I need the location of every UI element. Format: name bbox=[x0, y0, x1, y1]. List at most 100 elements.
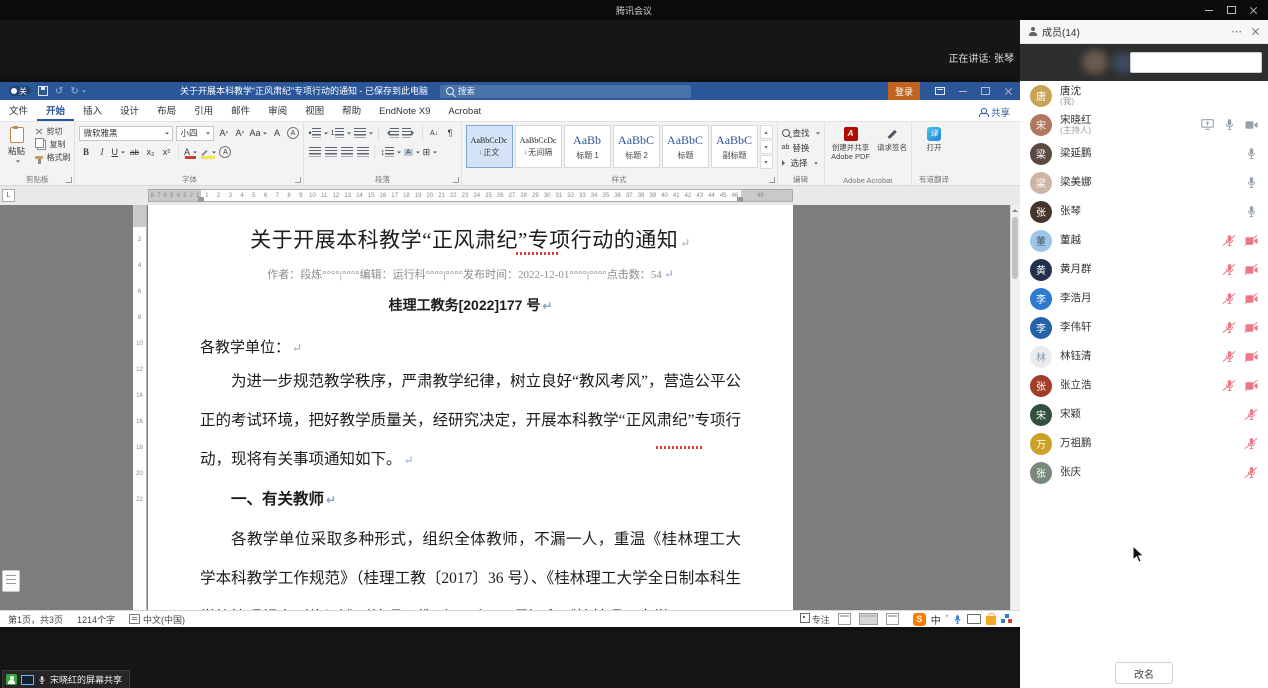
clipboard-dialog-launcher[interactable] bbox=[66, 177, 72, 183]
format-painter-button[interactable]: 格式刷 bbox=[35, 152, 70, 163]
shrink-font-button[interactable]: A˅ bbox=[233, 126, 246, 140]
style-card[interactable]: AaBbCcDc ↓无间隔 bbox=[515, 125, 562, 168]
underline-button[interactable]: U bbox=[111, 145, 125, 159]
borders-button[interactable]: ⊞ bbox=[423, 145, 438, 159]
os-close-button[interactable] bbox=[1242, 0, 1264, 20]
bullets-button[interactable]: • bbox=[308, 126, 327, 140]
member-row[interactable]: 梁 梁延鹏 bbox=[1020, 139, 1268, 168]
style-card[interactable]: AaBb 标题 1 bbox=[564, 125, 611, 168]
member-row[interactable]: 万 万祖鹏 bbox=[1020, 429, 1268, 458]
sogou-logo-icon[interactable]: S bbox=[913, 613, 926, 626]
scrollbar-thumb[interactable] bbox=[1012, 217, 1018, 279]
page-indicator[interactable]: 第1页，共3页 bbox=[8, 613, 63, 626]
ribbon-tab[interactable]: 布局 bbox=[148, 100, 185, 121]
superscript-button[interactable]: x² bbox=[160, 145, 173, 159]
grow-font-button[interactable]: A˄ bbox=[217, 126, 230, 140]
paste-button[interactable]: 粘贴 bbox=[4, 125, 29, 165]
ribbon-tab[interactable]: 帮助 bbox=[333, 100, 370, 121]
word-search-box[interactable]: 搜索 bbox=[440, 85, 691, 98]
align-right-button[interactable] bbox=[340, 145, 353, 159]
undo-button[interactable]: ↺ bbox=[55, 86, 63, 97]
styles-dialog-launcher[interactable] bbox=[769, 177, 775, 183]
member-row[interactable]: 李 李伟轩 bbox=[1020, 313, 1268, 342]
web-layout-icon[interactable] bbox=[886, 613, 899, 625]
ribbon-tab[interactable]: Acrobat bbox=[439, 103, 490, 121]
open-youdao-button[interactable]: 译 打开 bbox=[916, 125, 952, 152]
text-highlight-button[interactable] bbox=[200, 145, 216, 159]
more-button[interactable]: ⋯ bbox=[1231, 27, 1242, 37]
member-row[interactable]: 张 张立浩 bbox=[1020, 371, 1268, 400]
ribbon-tab[interactable]: 设计 bbox=[111, 100, 148, 121]
font-size-select[interactable]: 小四 bbox=[176, 126, 214, 141]
autosave-toggle[interactable]: 关 bbox=[6, 86, 31, 96]
sort-button[interactable]: A↓ bbox=[428, 126, 441, 140]
align-center-button[interactable] bbox=[324, 145, 337, 159]
clear-formatting-button[interactable]: A bbox=[270, 126, 283, 140]
member-row[interactable]: 李 李浩月 bbox=[1020, 284, 1268, 313]
ime-language-icon[interactable]: 中 bbox=[931, 612, 941, 627]
request-signature-button[interactable]: 请求签名 bbox=[877, 125, 907, 152]
align-left-button[interactable] bbox=[308, 145, 321, 159]
os-maximize-button[interactable] bbox=[1220, 0, 1242, 20]
save-button[interactable] bbox=[38, 86, 48, 96]
style-card[interactable]: AaBbC 副标题 bbox=[711, 125, 758, 168]
bold-button[interactable]: B bbox=[79, 145, 92, 159]
increase-indent-button[interactable] bbox=[402, 126, 417, 140]
style-card[interactable]: AaBbC 标题 bbox=[662, 125, 709, 168]
scroll-up-icon[interactable]: ▴ bbox=[760, 125, 773, 139]
ribbon-tab[interactable]: 审阅 bbox=[259, 100, 296, 121]
ribbon-tab[interactable]: 邮件 bbox=[222, 100, 259, 121]
find-button[interactable]: 查找 bbox=[782, 125, 820, 140]
paragraph-dialog-launcher[interactable] bbox=[453, 177, 459, 183]
scroll-down-icon[interactable]: ▾ bbox=[760, 140, 773, 154]
ribbon-tab[interactable]: 文件 bbox=[0, 100, 37, 121]
word-minimize-button[interactable] bbox=[951, 82, 974, 100]
scroll-up-icon[interactable] bbox=[1012, 206, 1018, 212]
ime-bag-icon[interactable] bbox=[986, 616, 996, 625]
style-card[interactable]: AaBbCcDc ↓正文 bbox=[466, 125, 513, 168]
ribbon-tab[interactable]: 开始 bbox=[37, 100, 74, 121]
numbering-button[interactable]: 1 bbox=[331, 126, 351, 140]
ribbon-tab[interactable]: 视图 bbox=[296, 100, 333, 121]
ribbon-tab[interactable]: 引用 bbox=[185, 100, 222, 121]
right-indent-marker[interactable] bbox=[737, 197, 743, 202]
create-share-pdf-button[interactable]: A 创建并共享 Adobe PDF bbox=[829, 125, 873, 162]
subscript-button[interactable]: x₂ bbox=[144, 145, 157, 159]
member-row[interactable]: 张 张琴 bbox=[1020, 197, 1268, 226]
enclose-characters-button[interactable]: A bbox=[286, 126, 299, 140]
ime-keyboard-icon[interactable] bbox=[967, 614, 981, 624]
select-button[interactable]: 选择 bbox=[782, 155, 820, 170]
os-minimize-button[interactable] bbox=[1198, 0, 1220, 20]
member-row[interactable]: 宋 宋晓红 (主持人) bbox=[1020, 110, 1268, 139]
font-name-select[interactable]: 微软雅黑 bbox=[79, 126, 173, 141]
ime-mic-icon[interactable] bbox=[953, 614, 962, 625]
login-button[interactable]: 登录 bbox=[888, 82, 920, 100]
read-mode-icon[interactable] bbox=[838, 613, 851, 625]
floating-widget[interactable] bbox=[2, 570, 20, 592]
strikethrough-button[interactable]: ab bbox=[128, 145, 141, 159]
ribbon-display-options-button[interactable] bbox=[928, 82, 951, 100]
justify-button[interactable] bbox=[356, 145, 369, 159]
member-row[interactable]: 林 林钰清 bbox=[1020, 342, 1268, 371]
style-card[interactable]: AaBbC 标题 2 bbox=[613, 125, 660, 168]
italic-button[interactable]: I bbox=[95, 145, 108, 159]
member-row[interactable]: 黄 黄月群 bbox=[1020, 255, 1268, 284]
replace-button[interactable]: ab替换 bbox=[782, 140, 820, 155]
rename-button[interactable]: 改名 bbox=[1115, 662, 1173, 684]
left-indent-marker[interactable] bbox=[198, 197, 204, 202]
panel-close-button[interactable] bbox=[1251, 27, 1260, 36]
tab-stop-selector[interactable]: L bbox=[2, 189, 15, 202]
font-dialog-launcher[interactable] bbox=[295, 177, 301, 183]
member-search-input[interactable] bbox=[1130, 52, 1262, 73]
font-color-button[interactable]: A bbox=[184, 145, 197, 159]
word-restore-button[interactable] bbox=[974, 82, 997, 100]
shading-button[interactable]: A bbox=[404, 145, 420, 159]
cut-button[interactable]: 剪切 bbox=[35, 126, 70, 137]
ribbon-tab[interactable]: EndNote X9 bbox=[370, 103, 439, 121]
share-button[interactable]: 共享 bbox=[979, 105, 1010, 122]
decrease-indent-button[interactable] bbox=[384, 126, 399, 140]
ime-toolbox-icon[interactable] bbox=[1001, 614, 1012, 625]
member-row[interactable]: 梁 梁美娜 bbox=[1020, 168, 1268, 197]
ime-punctuation-icon[interactable]: ’ bbox=[946, 614, 948, 625]
style-gallery-scroll[interactable]: ▴ ▾ ▾ bbox=[760, 125, 773, 169]
